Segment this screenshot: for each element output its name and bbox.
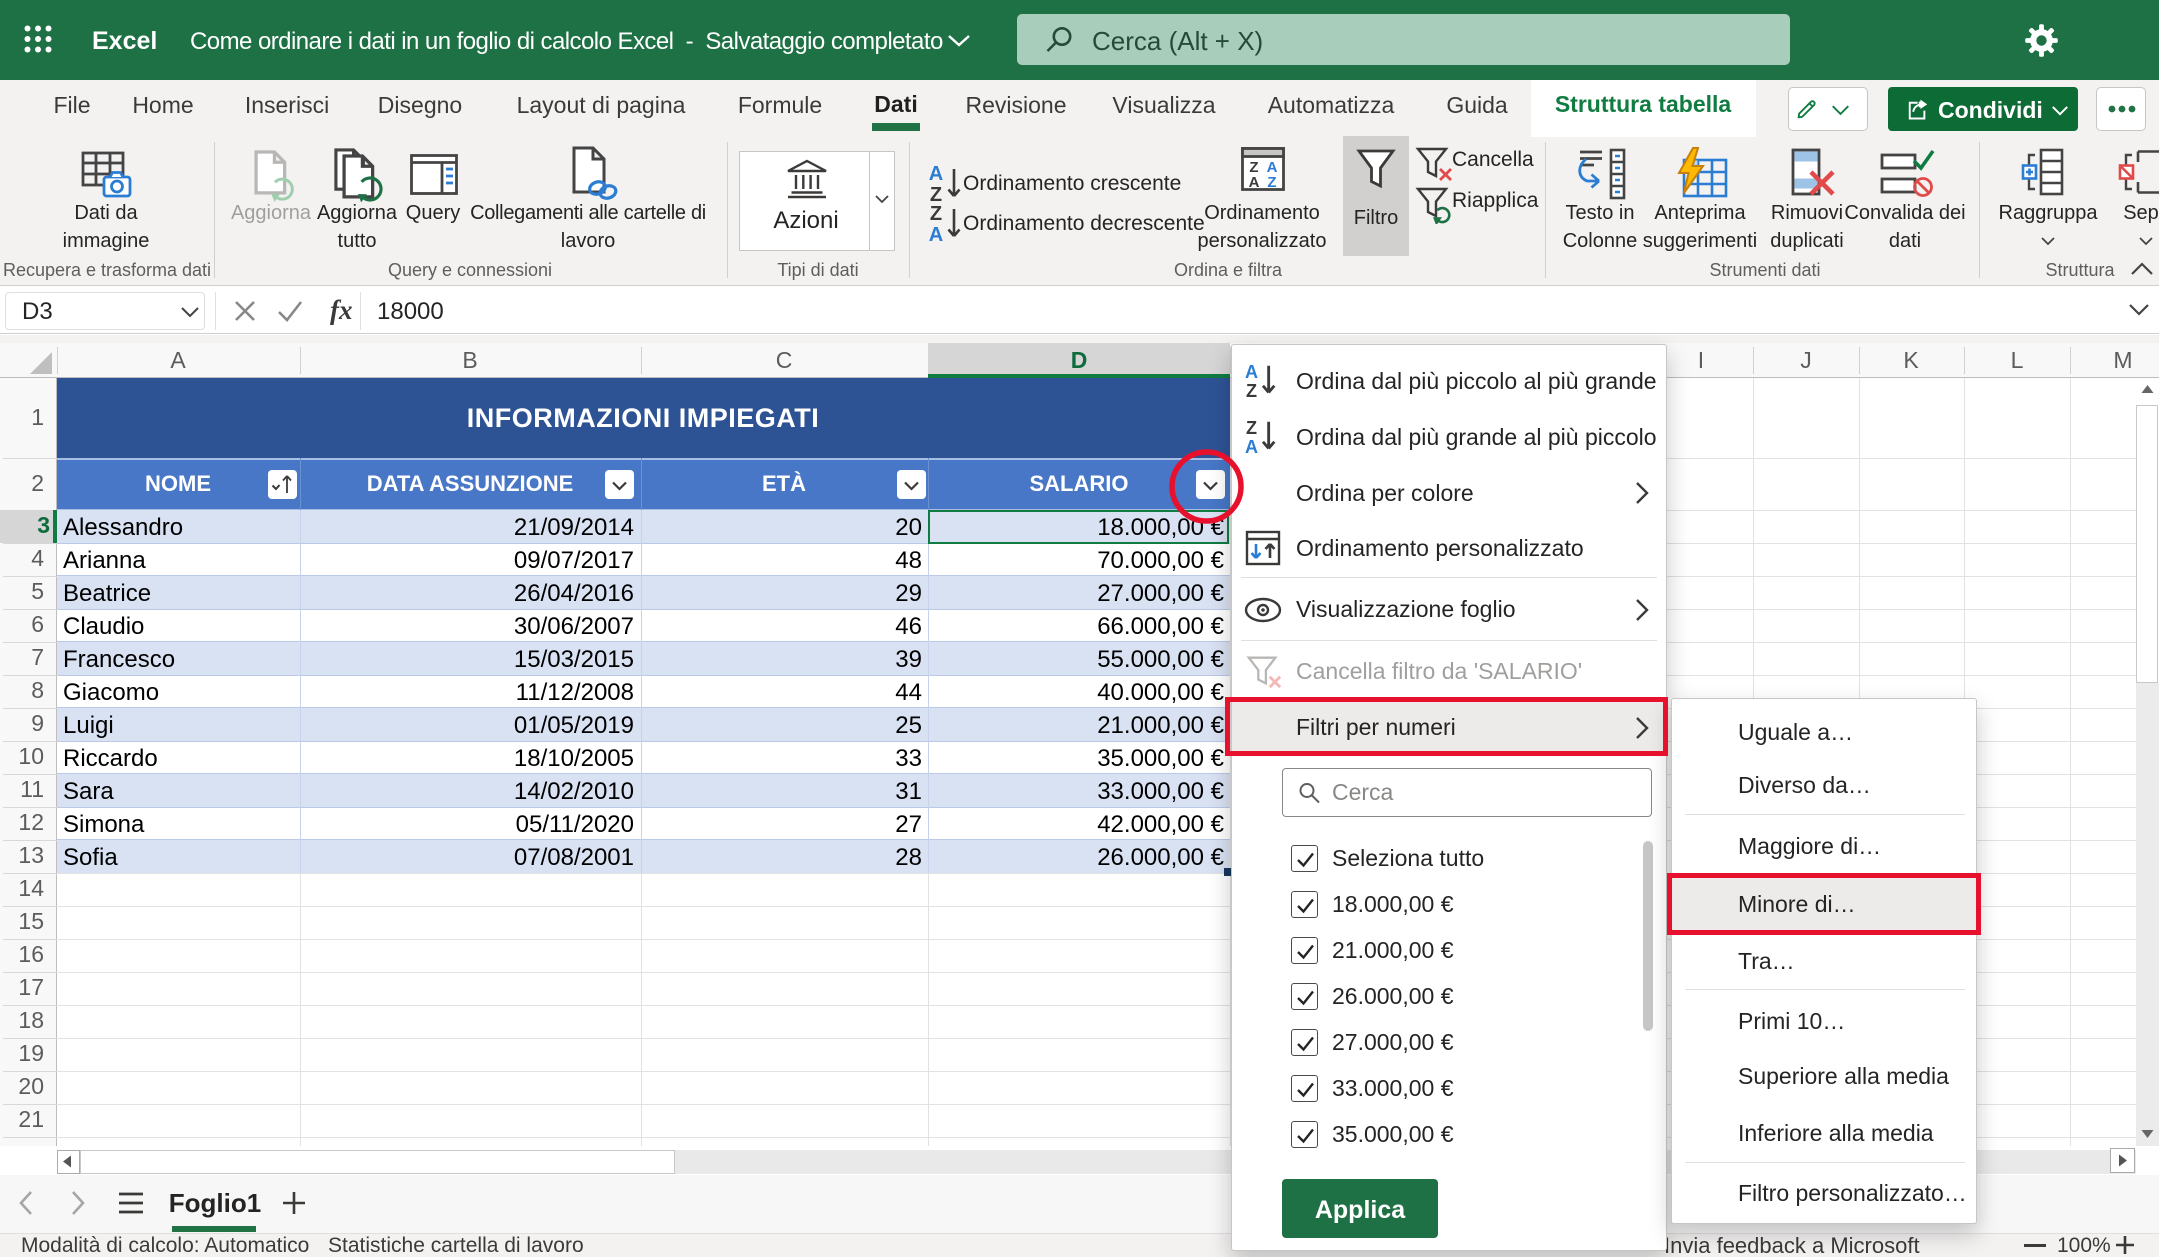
svg-text:Z: Z [930, 184, 942, 203]
svg-text:Z: Z [930, 203, 942, 225]
svg-text:A: A [1245, 362, 1258, 382]
svg-text:Z: Z [1246, 418, 1257, 438]
svg-text:Z: Z [1246, 381, 1257, 400]
svg-text:A: A [929, 163, 943, 185]
svg-text:A: A [1249, 174, 1260, 191]
svg-text:A: A [1245, 437, 1258, 456]
svg-text:Z: Z [1267, 174, 1276, 191]
svg-text:A: A [929, 224, 943, 243]
